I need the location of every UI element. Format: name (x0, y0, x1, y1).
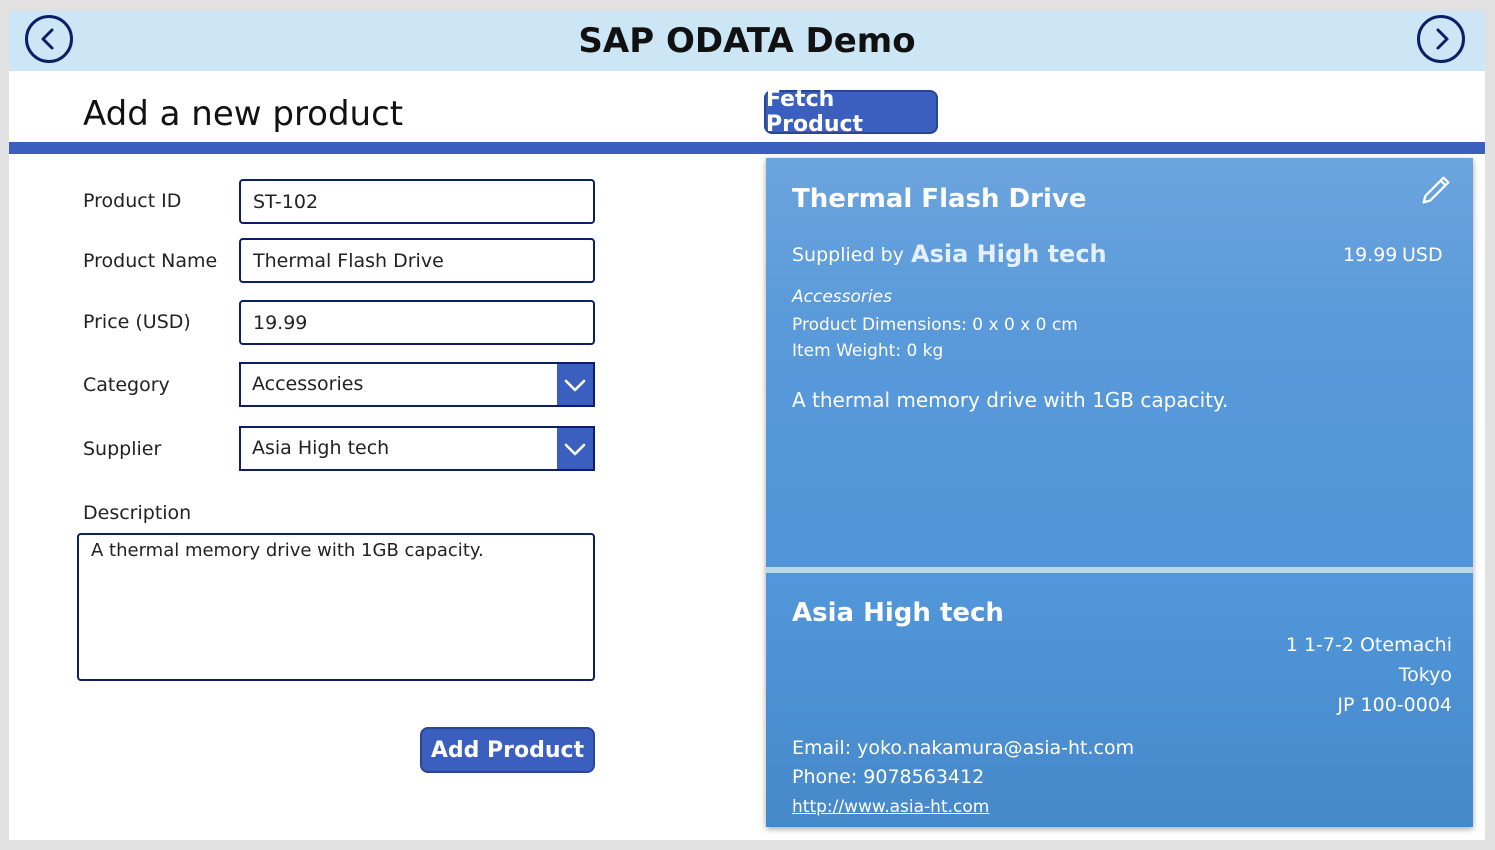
product-id-label: Product ID (83, 190, 182, 212)
chevron-down-icon (564, 379, 586, 391)
app-title: SAP ODATA Demo (578, 21, 916, 61)
product-dimensions: Product Dimensions: 0 x 0 x 0 cm (792, 315, 1078, 335)
pencil-icon[interactable] (1416, 172, 1454, 210)
supplier-label: Supplier (83, 438, 162, 460)
product-section: Thermal Flash Drive Supplied by Asia Hig… (766, 158, 1473, 567)
product-supplier: Asia High tech (911, 240, 1107, 268)
next-button[interactable] (1417, 15, 1465, 63)
price-label: Price (USD) (83, 311, 191, 333)
app-screen: SAP ODATA Demo Add a new product Fetch P… (9, 11, 1485, 840)
product-price: 19.99 (1343, 244, 1398, 266)
supplied-by-label: Supplied by (792, 244, 904, 266)
product-name-label: Product Name (83, 250, 218, 272)
chevron-right-icon (1436, 28, 1449, 50)
add-product-button[interactable]: Add Product (420, 727, 595, 773)
product-description: A thermal memory drive with 1GB capacity… (792, 388, 1229, 412)
category-label: Category (83, 374, 170, 396)
supplier-email: Email: yoko.nakamura@asia-ht.com (792, 737, 1135, 759)
section-divider (9, 142, 1485, 154)
product-id-input[interactable] (239, 179, 595, 224)
product-category: Accessories (792, 287, 892, 307)
page-title: Add a new product (83, 94, 404, 134)
product-currency: USD (1402, 244, 1443, 266)
category-dropdown[interactable]: Accessories (239, 362, 595, 407)
supplier-section: Asia High tech 1 1-7-2 Otemachi Tokyo JP… (766, 573, 1473, 827)
supplier-dropdown-toggle[interactable] (557, 428, 593, 469)
supplier-name: Asia High tech (792, 598, 1004, 628)
supplier-dropdown[interactable]: Asia High tech (239, 426, 595, 471)
fetch-product-button[interactable]: Fetch Product (764, 87, 938, 137)
category-selected-value: Accessories (252, 373, 364, 395)
description-textarea[interactable]: A thermal memory drive with 1GB capacity… (77, 533, 595, 681)
chevron-down-icon (564, 443, 586, 455)
description-label: Description (83, 502, 192, 524)
price-input[interactable] (239, 300, 595, 345)
supplier-address-line: 1 1-7-2 Otemachi (1285, 634, 1452, 656)
supplier-postal-code: JP 100-0004 (1337, 694, 1452, 716)
category-dropdown-toggle[interactable] (557, 364, 593, 405)
app-header: SAP ODATA Demo (9, 11, 1485, 71)
supplier-website-link[interactable]: http://www.asia-ht.com (792, 797, 989, 817)
product-name-input[interactable] (239, 238, 595, 283)
product-weight: Item Weight: 0 kg (792, 341, 944, 361)
supplier-selected-value: Asia High tech (252, 437, 390, 459)
product-detail-card: Thermal Flash Drive Supplied by Asia Hig… (766, 158, 1473, 827)
supplier-city: Tokyo (1398, 664, 1452, 686)
product-name: Thermal Flash Drive (792, 184, 1087, 214)
supplier-phone: Phone: 9078563412 (792, 766, 985, 788)
